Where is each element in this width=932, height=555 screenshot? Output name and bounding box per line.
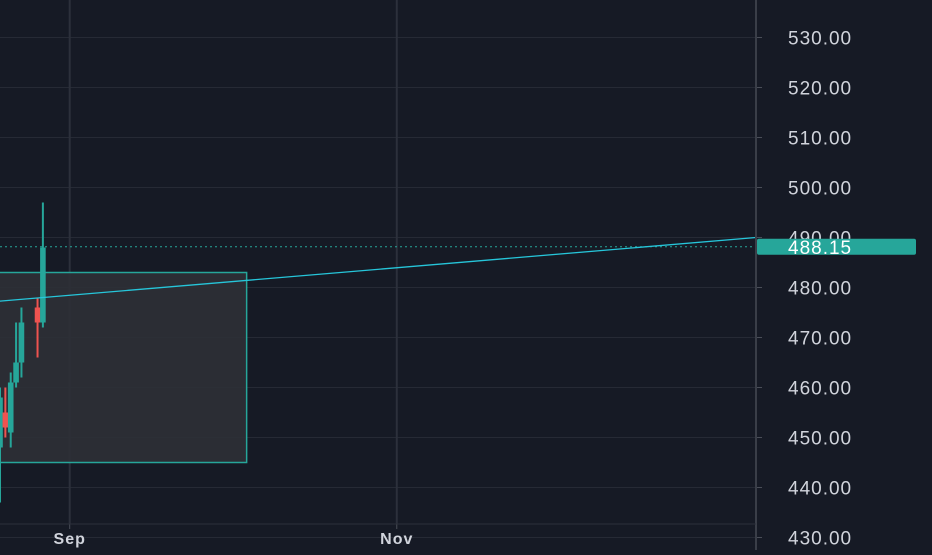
y-tick-label: 430.00 [788, 529, 852, 550]
y-tick-label: 440.00 [788, 479, 852, 500]
current-price-tag: 488.15 [757, 238, 916, 259]
y-tick-label: 470.00 [788, 329, 852, 350]
candle-body[interactable] [7, 382, 14, 433]
price-axis[interactable]: 530.00520.00510.00500.00490.00480.00470.… [755, 0, 852, 550]
y-tick-label: 480.00 [788, 279, 852, 300]
chart-canvas[interactable]: 530.00520.00510.00500.00490.00480.00470.… [0, 0, 932, 550]
y-tick-label: 460.00 [788, 379, 852, 400]
candle-body[interactable] [13, 362, 19, 383]
y-tick-label: 450.00 [788, 429, 852, 450]
current-price-tag-label: 488.15 [788, 238, 852, 259]
candle-body[interactable] [2, 412, 9, 428]
x-tick-label: Nov [380, 531, 413, 548]
y-tick-label: 510.00 [788, 129, 852, 150]
candle-body[interactable] [34, 307, 41, 323]
price-chart[interactable]: 530.00520.00510.00500.00490.00480.00470.… [0, 0, 932, 550]
candle-body[interactable] [0, 397, 3, 448]
candle-body[interactable] [40, 247, 46, 323]
y-tick-label: 500.00 [788, 179, 852, 200]
y-tick-label: 530.00 [788, 29, 852, 50]
x-tick-label: Sep [54, 531, 86, 548]
candle-body[interactable] [18, 322, 25, 363]
y-tick-label: 520.00 [788, 79, 852, 100]
time-axis[interactable]: Sep Nov [0, 523, 756, 548]
